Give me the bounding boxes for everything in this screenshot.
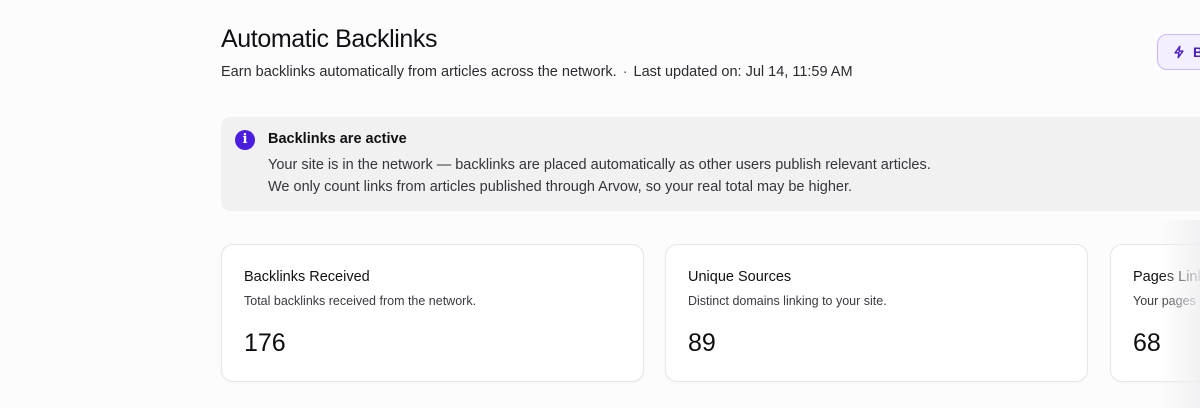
alert-title: Backlinks are active [268,131,407,147]
top-action-button-label: B [1193,44,1200,60]
stat-card-value: 68 [1133,329,1161,357]
top-action-button[interactable]: B [1157,34,1200,70]
page-subtitle: Earn backlinks automatically from articl… [221,64,853,80]
stat-card-title: Pages Linked [1133,269,1200,285]
page: Automatic Backlinks Earn backlinks autom… [0,0,1200,408]
page-title: Automatic Backlinks [221,25,438,53]
stat-card-value: 176 [244,329,286,357]
stat-card-description: Your pages [1133,294,1196,308]
stat-card-pages-linked: Pages Linked Your pages 68 [1110,244,1200,382]
alert-message-line-2: We only count links from articles publis… [268,179,853,195]
stat-card-title: Backlinks Received [244,269,370,285]
subtitle-separator: · [622,64,628,80]
stat-card-title: Unique Sources [688,269,792,285]
subtitle-text: Earn backlinks automatically from articl… [221,64,617,80]
alert-message-line-1: Your site is in the network — backlinks … [268,157,931,173]
stat-card-value: 89 [688,329,716,357]
last-updated-text: Last updated on: Jul 14, 11:59 AM [633,64,853,80]
stat-card-backlinks-received: Backlinks Received Total backlinks recei… [221,244,644,382]
stat-card-description: Distinct domains linking to your site. [688,294,887,308]
lightning-icon [1174,45,1184,59]
info-icon: i [235,130,255,150]
stat-card-description: Total backlinks received from the networ… [244,294,477,308]
info-alert: i Backlinks are active Your site is in t… [221,117,1200,211]
stat-card-unique-sources: Unique Sources Distinct domains linking … [665,244,1088,382]
